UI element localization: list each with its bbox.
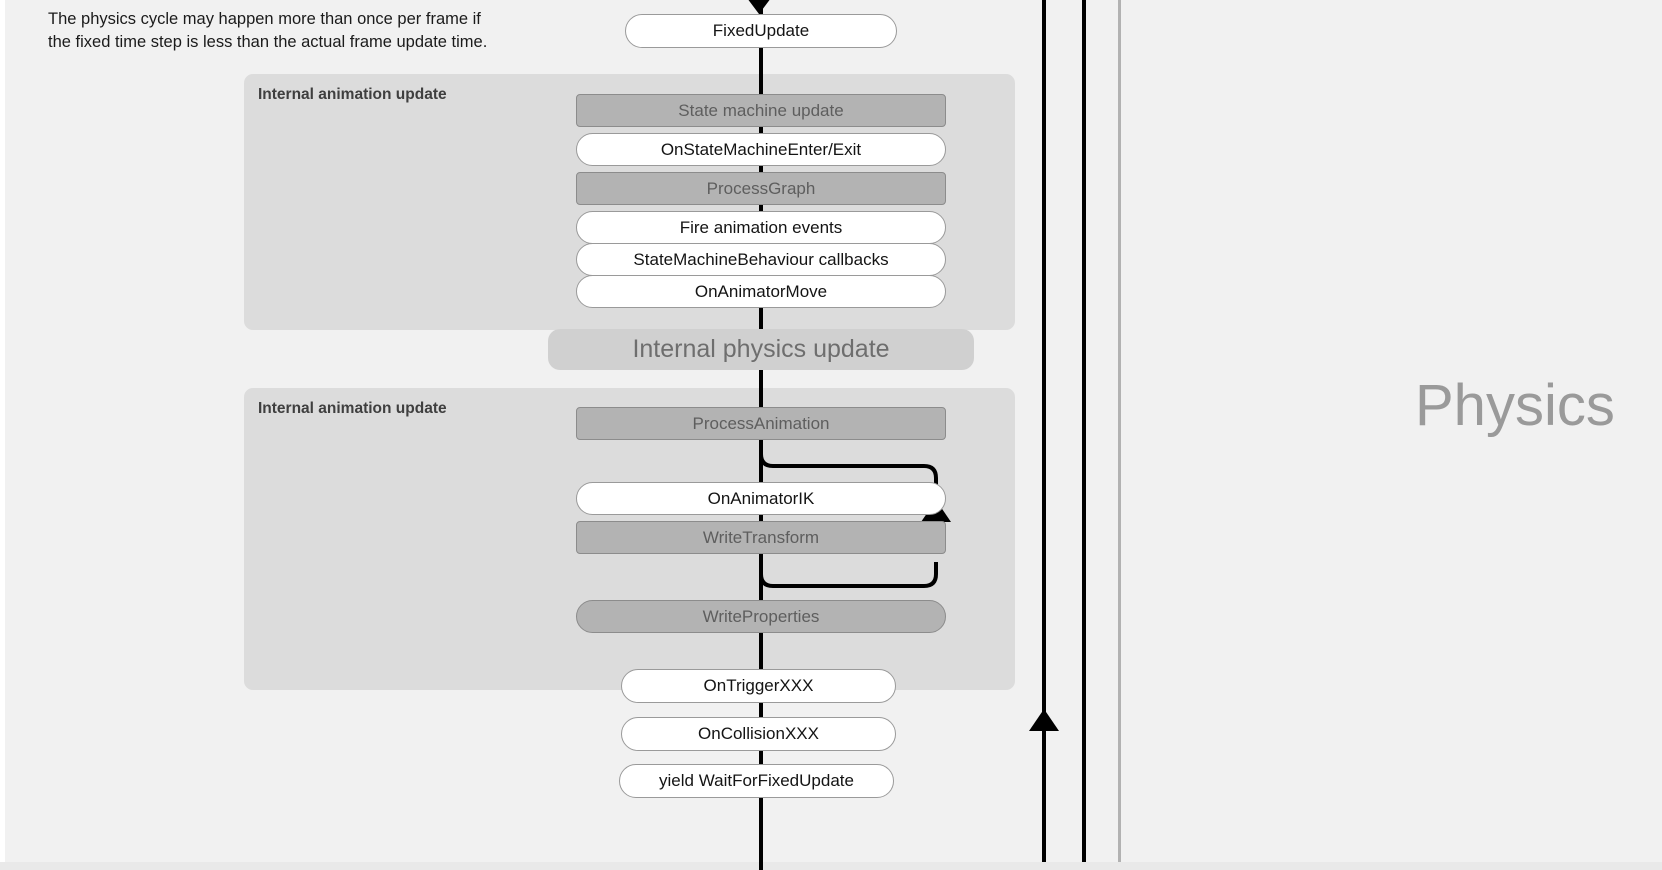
- diagram-canvas: The physics cycle may happen more than o…: [0, 0, 1662, 870]
- node-internal-physics-update[interactable]: Internal physics update: [548, 329, 974, 370]
- node-state-machine-behaviour-callbacks-label: StateMachineBehaviour callbacks: [633, 249, 889, 269]
- node-write-transform[interactable]: WriteTransform: [576, 521, 946, 554]
- node-process-graph[interactable]: ProcessGraph: [576, 172, 946, 205]
- node-fixed-update[interactable]: FixedUpdate: [625, 14, 897, 48]
- node-on-collision-xxx-label: OnCollisionXXX: [698, 724, 819, 743]
- physics-loop-rail-outer: [1082, 0, 1086, 862]
- node-on-animator-ik[interactable]: OnAnimatorIK: [576, 482, 946, 515]
- canvas-left-edge: [0, 0, 5, 870]
- node-fire-animation-events[interactable]: Fire animation events: [576, 211, 946, 244]
- node-write-properties[interactable]: WriteProperties: [576, 600, 946, 633]
- node-write-properties-label: WriteProperties: [702, 606, 820, 626]
- flow-arrow-into-fixedupdate: [747, 0, 771, 14]
- node-on-animator-move-label: OnAnimatorMove: [694, 281, 828, 301]
- frame-boundary-rail: [1118, 0, 1121, 862]
- node-on-state-machine-enter-exit-label: OnStateMachineEnter/Exit: [660, 139, 862, 159]
- group-title-2: Internal animation update: [258, 400, 447, 417]
- node-state-machine-update[interactable]: State machine update: [576, 94, 946, 127]
- node-fire-animation-events-label: Fire animation events: [679, 217, 843, 237]
- node-yield-wait-for-fixed-update[interactable]: yield WaitForFixedUpdate: [619, 764, 894, 798]
- node-process-graph-label: ProcessGraph: [706, 178, 816, 198]
- node-state-machine-update-label: State machine update: [678, 100, 844, 120]
- node-on-animator-ik-label: OnAnimatorIK: [707, 488, 815, 508]
- physics-loop-rail-inner: [1042, 0, 1046, 862]
- node-write-transform-label: WriteTransform: [702, 527, 820, 547]
- group-title-1: Internal animation update: [258, 86, 447, 103]
- node-on-animator-move[interactable]: OnAnimatorMove: [576, 275, 946, 308]
- physics-cycle-note: The physics cycle may happen more than o…: [48, 10, 488, 51]
- node-process-animation-label: ProcessAnimation: [692, 413, 830, 433]
- node-process-animation[interactable]: ProcessAnimation: [576, 407, 946, 440]
- node-fixed-update-label: FixedUpdate: [712, 21, 810, 40]
- node-state-machine-behaviour-callbacks[interactable]: StateMachineBehaviour callbacks: [576, 243, 946, 276]
- node-on-trigger-xxx-label: OnTriggerXXX: [703, 676, 814, 695]
- node-internal-physics-update-label: Internal physics update: [632, 335, 890, 363]
- physics-loop-rail-arrow: [1029, 709, 1059, 731]
- canvas-bottom-edge: [0, 862, 1662, 870]
- section-label-physics: Physics: [1415, 373, 1615, 438]
- node-on-trigger-xxx[interactable]: OnTriggerXXX: [621, 669, 896, 703]
- node-on-collision-xxx[interactable]: OnCollisionXXX: [621, 717, 896, 751]
- node-yield-wait-for-fixed-update-label: yield WaitForFixedUpdate: [659, 771, 854, 790]
- node-on-state-machine-enter-exit[interactable]: OnStateMachineEnter/Exit: [576, 133, 946, 166]
